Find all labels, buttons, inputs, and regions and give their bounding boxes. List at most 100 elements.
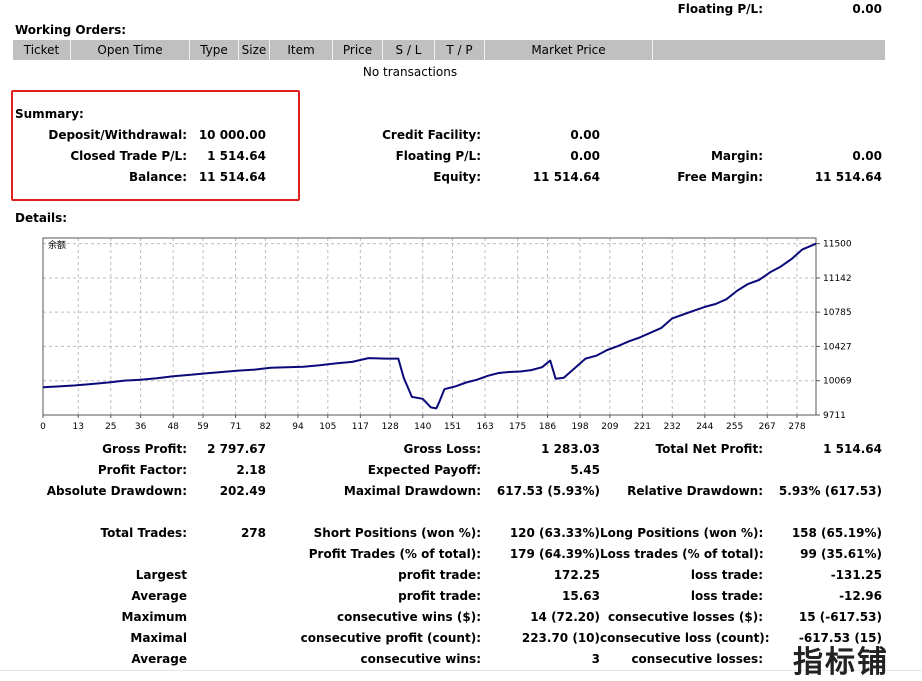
col-type[interactable]: Type <box>190 40 239 60</box>
y-tick-label: 10785 <box>823 308 852 318</box>
avg-wins-value: 3 <box>591 652 600 666</box>
balance-series-line <box>42 242 817 410</box>
x-tick-label: 105 <box>319 422 336 432</box>
balance-chart-svg: 余额 0 13 25 36 48 59 71 82 94 105 117 128 140 151 163 17… <box>40 237 852 432</box>
watermark-logo: 指标铺 <box>793 645 889 680</box>
x-tick-label: 151 <box>444 422 461 432</box>
no-transactions-text: No transactions <box>362 65 458 79</box>
x-tick-label: 232 <box>664 422 681 432</box>
x-tick-label: 140 <box>414 422 431 432</box>
largest-loss-label: loss trade: <box>690 568 763 582</box>
profit-factor-label: Profit Factor: <box>97 463 187 477</box>
y-tick-label: 11142 <box>823 274 852 284</box>
maximal-drawdown-value: 617.53 (5.93%) <box>496 484 600 498</box>
x-tick-label: 255 <box>726 422 743 432</box>
working-orders-title: Working Orders: <box>15 23 127 37</box>
loss-trades-label: Loss trades (% of total): <box>600 547 764 561</box>
col-item[interactable]: Item <box>270 40 333 60</box>
largest-label: Largest <box>135 568 187 582</box>
avg-loss-label: loss trade: <box>690 589 763 603</box>
relative-drawdown-value: 5.93% (617.53) <box>778 484 882 498</box>
short-positions-value: 120 (63.33%) <box>509 526 600 540</box>
equity-label: Equity: <box>433 170 481 184</box>
closed-pl-label: Closed Trade P/L: <box>70 149 187 163</box>
col-size[interactable]: Size <box>239 40 270 60</box>
absolute-drawdown-label: Absolute Drawdown: <box>46 484 187 498</box>
x-tick-label: 186 <box>539 422 556 432</box>
total-net-value: 1 514.64 <box>823 442 882 456</box>
floating-top-value: 0.00 <box>852 2 882 16</box>
long-positions-value: 158 (65.19%) <box>791 526 882 540</box>
relative-drawdown-label: Relative Drawdown: <box>627 484 763 498</box>
avg-wins-label: consecutive wins: <box>360 652 481 666</box>
x-tick-label: 221 <box>634 422 651 432</box>
col-price[interactable]: Price <box>333 40 383 60</box>
max-wins-value: 14 (72.20) <box>530 610 600 624</box>
floating-label: Floating P/L: <box>395 149 481 163</box>
working-orders-header: Ticket Open Time Type Size Item Price S … <box>13 40 885 60</box>
avg-loss-value: -12.96 <box>839 589 882 603</box>
maximal-profit-value: 223.70 (10) <box>521 631 600 645</box>
y-tick-label: 11500 <box>823 240 852 250</box>
x-tick-label: 94 <box>292 422 304 432</box>
x-tick-label: 36 <box>135 422 147 432</box>
x-tick-label: 175 <box>509 422 526 432</box>
x-tick-label: 278 <box>788 422 805 432</box>
y-tick-label: 10069 <box>823 377 852 387</box>
balance-label: Balance: <box>128 170 187 184</box>
avg-profit-label: profit trade: <box>398 589 481 603</box>
x-tick-label: 198 <box>571 422 588 432</box>
free-margin-label: Free Margin: <box>677 170 763 184</box>
max-wins-label: consecutive wins ($): <box>336 610 481 624</box>
largest-profit-value: 172.25 <box>553 568 600 582</box>
gross-profit-value: 2 797.67 <box>207 442 266 456</box>
x-tick-label: 209 <box>601 422 618 432</box>
profit-factor-value: 2.18 <box>236 463 266 477</box>
short-positions-label: Short Positions (won %): <box>313 526 481 540</box>
total-trades-label: Total Trades: <box>100 526 187 540</box>
x-tick-label: 0 <box>40 422 46 432</box>
chart-title: 余额 <box>48 239 66 251</box>
col-market-price[interactable]: Market Price <box>485 40 653 60</box>
col-tp[interactable]: T / P <box>435 40 485 60</box>
x-tick-label: 163 <box>477 422 494 432</box>
avg-losses-label: consecutive losses: <box>631 652 763 666</box>
balance-chart: 余额 0 13 25 36 48 59 71 82 94 105 117 128 140 151 163 17… <box>0 232 860 435</box>
x-tick-label: 25 <box>105 422 116 432</box>
x-tick-label: 82 <box>260 422 271 432</box>
x-tick-label: 244 <box>696 422 713 432</box>
deposit-label: Deposit/Withdrawal: <box>48 128 187 142</box>
total-trades-value: 278 <box>240 526 266 540</box>
credit-label: Credit Facility: <box>382 128 481 142</box>
total-net-label: Total Net Profit: <box>655 442 763 456</box>
maximal-loss-label: consecutive loss (count): <box>600 631 770 645</box>
bottom-divider <box>0 670 922 671</box>
maximum-label: Maximum <box>121 610 187 624</box>
col-sl[interactable]: S / L <box>383 40 435 60</box>
loss-trades-value: 99 (35.61%) <box>800 547 882 561</box>
max-losses-label: consecutive losses ($): <box>607 610 763 624</box>
gross-loss-label: Gross Loss: <box>403 442 481 456</box>
free-margin-value: 11 514.64 <box>814 170 882 184</box>
equity-value: 11 514.64 <box>532 170 600 184</box>
deposit-value: 10 000.00 <box>198 128 266 142</box>
profit-trades-value: 179 (64.39%) <box>509 547 600 561</box>
profit-trades-label: Profit Trades (% of total): <box>308 547 481 561</box>
summary-title: Summary: <box>15 107 84 121</box>
x-tick-label: 267 <box>759 422 776 432</box>
average-label: Average <box>131 589 187 603</box>
col-ticket[interactable]: Ticket <box>13 40 71 60</box>
plot-frame <box>42 237 817 416</box>
x-tick-label: 59 <box>197 422 209 432</box>
details-title: Details: <box>15 211 68 225</box>
floating-top-label: Floating P/L: <box>677 2 763 16</box>
maximal-label: Maximal <box>130 631 187 645</box>
closed-pl-value: 1 514.64 <box>207 149 266 163</box>
credit-value: 0.00 <box>570 128 600 142</box>
long-positions-label: Long Positions (won %): <box>600 526 764 540</box>
y-tick-label: 9711 <box>823 411 846 421</box>
x-tick-label: 13 <box>73 422 84 432</box>
maximal-profit-label: consecutive profit (count): <box>300 631 481 645</box>
x-tick-label: 128 <box>382 422 399 432</box>
col-open-time[interactable]: Open Time <box>71 40 190 60</box>
